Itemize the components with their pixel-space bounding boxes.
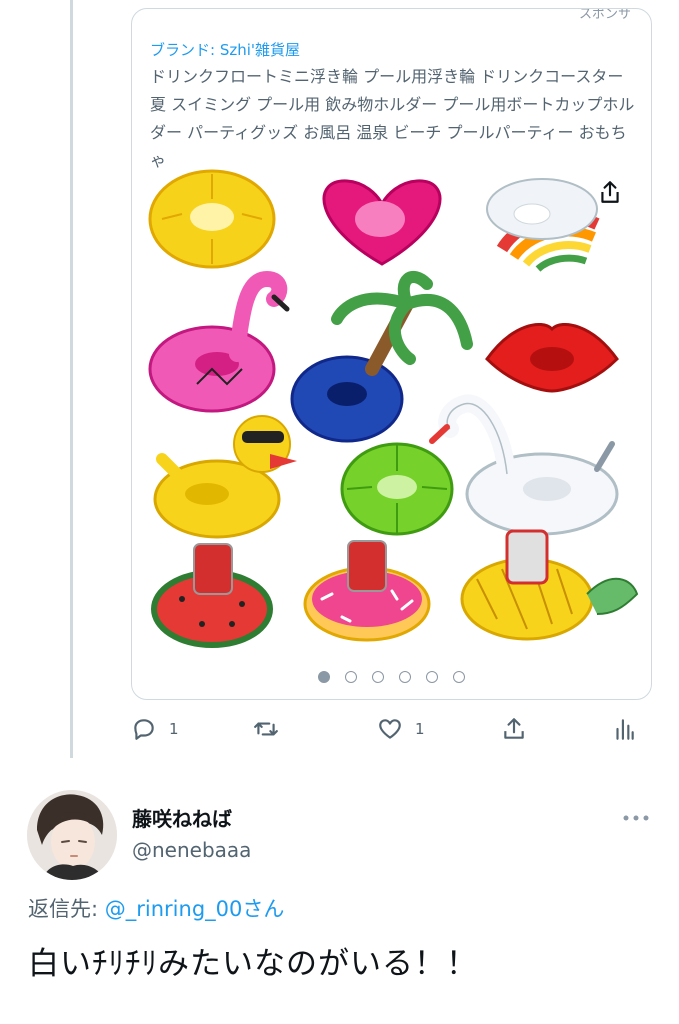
like-count: 1 [415, 720, 425, 738]
reply-count: 1 [169, 720, 179, 738]
sponsor-label: スポンサ [578, 8, 631, 22]
lime-float [340, 442, 454, 536]
tweet-actions: 1 1 [131, 716, 652, 748]
analytics-icon [616, 719, 634, 740]
promoted-card[interactable]: スポンサ ブランド: Szhi'雑貨屋 ドリンクフロートミニ浮き輪 プール用浮き… [131, 8, 652, 700]
carousel-dot-4[interactable] [399, 671, 411, 683]
rainbow-cloud-float [486, 178, 600, 272]
flamingo-float [148, 270, 290, 413]
like-icon [379, 719, 401, 739]
reply-to-mention[interactable]: @_rinring_00さん [105, 897, 285, 921]
thread-line [70, 0, 73, 758]
carousel-dot-6[interactable] [453, 671, 465, 683]
avatar[interactable] [27, 790, 117, 880]
tweet-text: 白いﾁﾘﾁﾘみたいなのがいる！！ [28, 946, 478, 982]
share-button[interactable] [501, 716, 527, 742]
reply-button[interactable]: 1 [131, 716, 179, 742]
carousel-dot-5[interactable] [426, 671, 438, 683]
watermelon-float [151, 543, 273, 648]
product-description: ドリンクフロートミニ浮き輪 プール用浮き輪 ドリンクコースター 夏 スイミング … [150, 67, 635, 170]
brand-label[interactable]: ブランド: Szhi'雑貨屋 [150, 39, 300, 60]
share-icon [504, 718, 524, 739]
analytics-button[interactable] [611, 716, 637, 742]
donut-float [303, 540, 431, 642]
pineapple-slice-float [148, 169, 276, 269]
product-image[interactable] [142, 169, 642, 649]
user-handle[interactable]: @nenebaaa [132, 838, 251, 862]
avatar-illustration [27, 790, 117, 880]
retweet-icon [254, 722, 278, 736]
pineapple-float [460, 529, 639, 641]
carousel-dot-1[interactable] [318, 671, 330, 683]
heart-float [322, 179, 442, 266]
retweet-button[interactable] [253, 716, 291, 742]
carousel-indicator[interactable] [132, 671, 651, 683]
reply-icon [134, 719, 154, 740]
display-name[interactable]: 藤咲ねねば [132, 803, 232, 832]
carousel-dot-3[interactable] [372, 671, 384, 683]
reply-to-label: 返信先: [28, 897, 105, 921]
lips-float [485, 322, 619, 393]
duck-float [153, 415, 297, 539]
carousel-dot-2[interactable] [345, 671, 357, 683]
more-options-icon[interactable] [622, 812, 650, 824]
swan-float [429, 394, 619, 536]
reply-to-line: 返信先: @_rinring_00さん [28, 893, 284, 923]
like-button[interactable]: 1 [377, 716, 425, 742]
